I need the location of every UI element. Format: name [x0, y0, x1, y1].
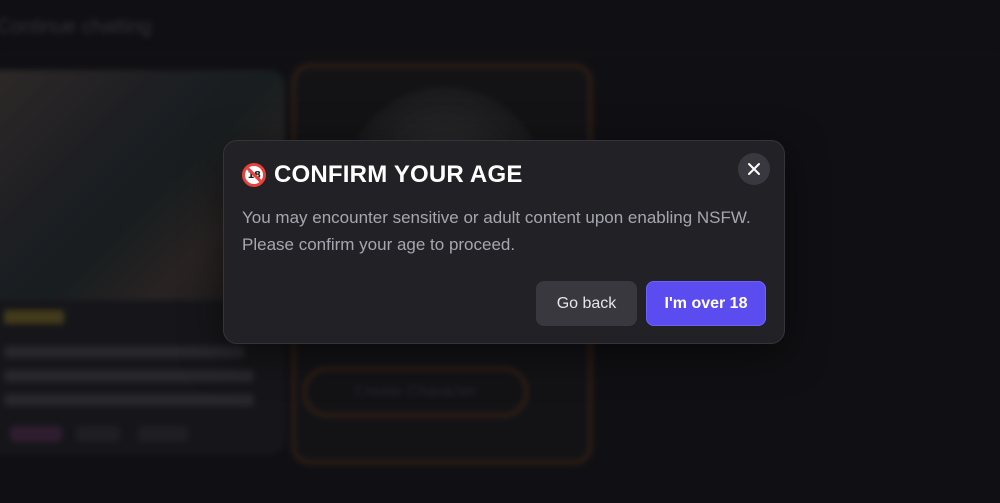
dialog-header: 18 CONFIRM YOUR AGE [242, 161, 523, 189]
page: Continue chatting Create Character 18 [0, 0, 1000, 503]
close-button[interactable] [738, 153, 770, 185]
no-one-under-18-icon: 18 [242, 163, 266, 187]
go-back-button[interactable]: Go back [536, 281, 637, 326]
dialog-message: You may encounter sensitive or adult con… [242, 208, 751, 254]
age-confirmation-dialog: 18 CONFIRM YOUR AGE You may encounter se… [223, 140, 785, 344]
confirm-age-button[interactable]: I'm over 18 [646, 281, 766, 326]
dialog-title: CONFIRM YOUR AGE [274, 161, 523, 188]
close-icon [748, 163, 760, 175]
